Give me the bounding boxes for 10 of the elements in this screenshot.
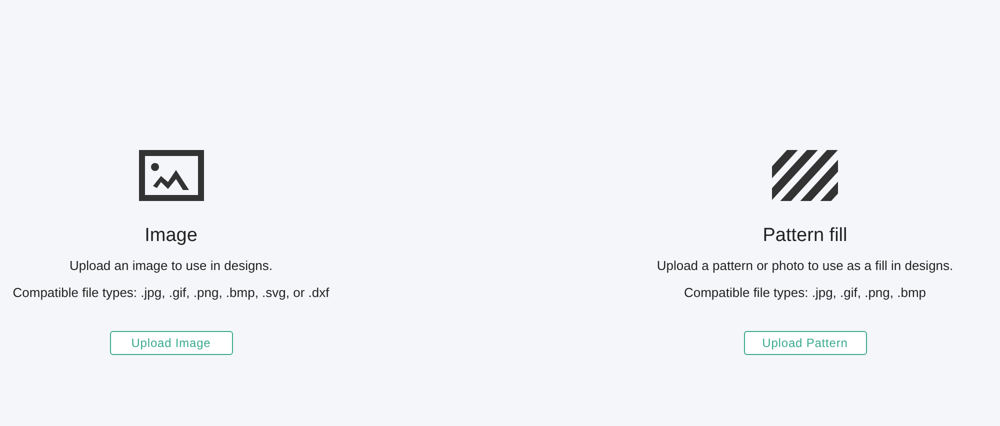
- picture-frame-icon: [138, 150, 204, 201]
- option-title: Image: [144, 224, 198, 248]
- compatible-file-types: Compatible file types: .jpg, .gif, .png, .bmp: [684, 285, 926, 301]
- compatible-file-types: Compatible file types: .jpg, .gif, .png, .bmp, .svg, or .dxf: [12, 285, 330, 301]
- option-title: Pattern fill: [762, 224, 848, 248]
- upload-button[interactable]: Upload Pattern: [744, 331, 866, 355]
- upload-button[interactable]: Upload Image: [110, 331, 232, 355]
- option-description: Upload a pattern or photo to use as a fill in designs.: [656, 258, 954, 274]
- option-description: Upload an image to use in designs.: [69, 258, 273, 274]
- diagonal-stripes-icon: [772, 150, 838, 201]
